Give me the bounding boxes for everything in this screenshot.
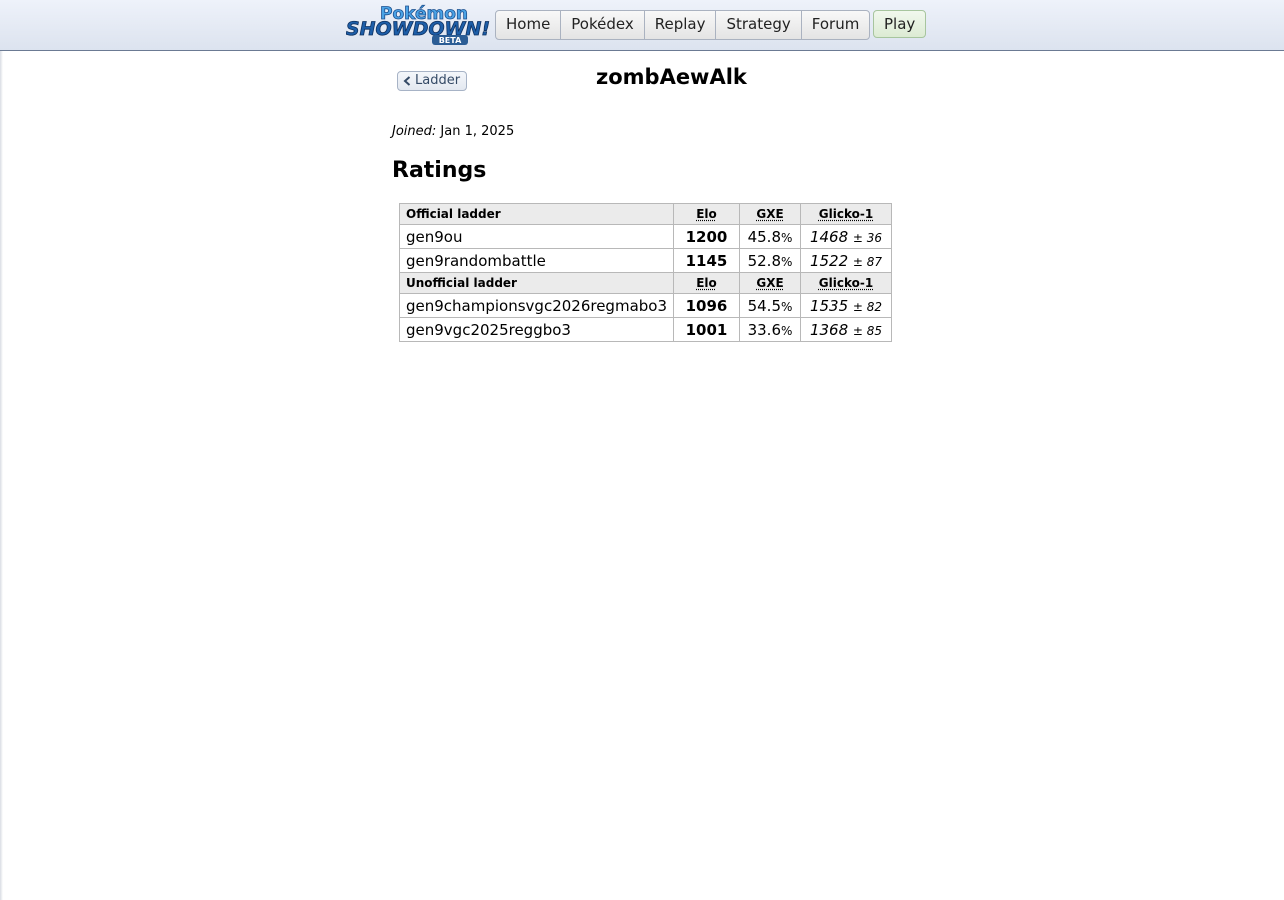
site-header: Pokémon SHOWDOWN! BETA Home Pokédex Repl…: [0, 0, 1284, 51]
format-cell[interactable]: gen9ou: [399, 224, 674, 249]
glicko-value: 1368: [809, 320, 849, 339]
elo-cell: 1096: [673, 293, 740, 318]
gxe-value: 54.5: [747, 296, 781, 315]
elo-cell: 1200: [673, 224, 740, 249]
nav-replay[interactable]: Replay: [645, 11, 717, 39]
main-nav: Home Pokédex Replay Strategy Forum: [495, 10, 871, 40]
page-edge-shadow: [0, 51, 3, 900]
glicko-cell: 1522 ± 87: [800, 248, 892, 273]
ratings-heading: Ratings: [392, 158, 487, 183]
glicko-deviation: ± 82: [852, 299, 883, 314]
glicko-deviation: ± 36: [852, 230, 883, 245]
pokemon-showdown-logo[interactable]: Pokémon SHOWDOWN! BETA: [346, 3, 492, 45]
elo-cell: 1001: [673, 317, 740, 342]
glicko-header: Glicko-1: [800, 203, 892, 225]
unofficial-header-row: Unofficial ladder Elo GXE Glicko-1: [399, 272, 892, 294]
table-row: gen9championsvgc2026regmabo3 1096 54.5% …: [399, 293, 892, 318]
gxe-unit: %: [781, 254, 793, 269]
gxe-cell: 45.8%: [739, 224, 801, 249]
gxe-abbr: GXE: [756, 276, 784, 290]
play-button[interactable]: Play: [873, 10, 927, 38]
gxe-header: GXE: [739, 203, 801, 225]
logo-line2: SHOWDOWN!: [346, 18, 490, 40]
ratings-table: Official ladder Elo GXE Glicko-1 gen9ou …: [399, 203, 892, 342]
chevron-left-icon: [403, 76, 411, 86]
table-row: gen9randombattle 1145 52.8% 1522 ± 87: [399, 248, 892, 273]
gxe-header: GXE: [739, 272, 801, 294]
glicko-cell: 1535 ± 82: [800, 293, 892, 318]
gxe-unit: %: [781, 230, 793, 245]
format-cell[interactable]: gen9vgc2025reggbo3: [399, 317, 674, 342]
joined-info: Joined: Jan 1, 2025: [392, 124, 514, 139]
elo-abbr: Elo: [696, 276, 717, 290]
nav-forum[interactable]: Forum: [802, 11, 870, 39]
gxe-cell: 54.5%: [739, 293, 801, 318]
back-button-label: Ladder: [415, 73, 461, 88]
official-header-row: Official ladder Elo GXE Glicko-1: [399, 203, 892, 225]
table-row: gen9ou 1200 45.8% 1468 ± 36: [399, 224, 892, 249]
joined-label: Joined:: [392, 124, 437, 139]
glicko-cell: 1368 ± 85: [800, 317, 892, 342]
nav-strategy[interactable]: Strategy: [716, 11, 802, 39]
page-title: zombAewAlk: [596, 65, 747, 89]
elo-cell: 1145: [673, 248, 740, 273]
glicko-deviation: ± 85: [852, 323, 883, 338]
gxe-cell: 33.6%: [739, 317, 801, 342]
glicko-deviation: ± 87: [852, 254, 883, 269]
gxe-value: 52.8: [747, 251, 781, 270]
nav-home[interactable]: Home: [496, 11, 562, 39]
unofficial-ladder-header: Unofficial ladder: [399, 272, 674, 294]
joined-date: Jan 1, 2025: [440, 124, 515, 139]
gxe-unit: %: [781, 323, 793, 338]
glicko-cell: 1468 ± 36: [800, 224, 892, 249]
format-cell[interactable]: gen9championsvgc2026regmabo3: [399, 293, 674, 318]
gxe-value: 45.8: [747, 227, 781, 246]
gxe-value: 33.6: [747, 320, 781, 339]
gxe-unit: %: [781, 299, 793, 314]
glicko-value: 1522: [809, 251, 849, 270]
gxe-cell: 52.8%: [739, 248, 801, 273]
glicko-abbr: Glicko-1: [818, 276, 874, 290]
nav-pokedex[interactable]: Pokédex: [561, 11, 645, 39]
official-ladder-header: Official ladder: [399, 203, 674, 225]
table-row: gen9vgc2025reggbo3 1001 33.6% 1368 ± 85: [399, 317, 892, 342]
gxe-abbr: GXE: [756, 207, 784, 221]
elo-header: Elo: [673, 203, 740, 225]
glicko-abbr: Glicko-1: [818, 207, 874, 221]
logo-badge: BETA: [439, 36, 462, 45]
elo-header: Elo: [673, 272, 740, 294]
glicko-header: Glicko-1: [800, 272, 892, 294]
glicko-value: 1535: [809, 296, 849, 315]
back-to-ladder-button[interactable]: Ladder: [397, 71, 468, 91]
glicko-value: 1468: [809, 227, 849, 246]
elo-abbr: Elo: [696, 207, 717, 221]
format-cell[interactable]: gen9randombattle: [399, 248, 674, 273]
